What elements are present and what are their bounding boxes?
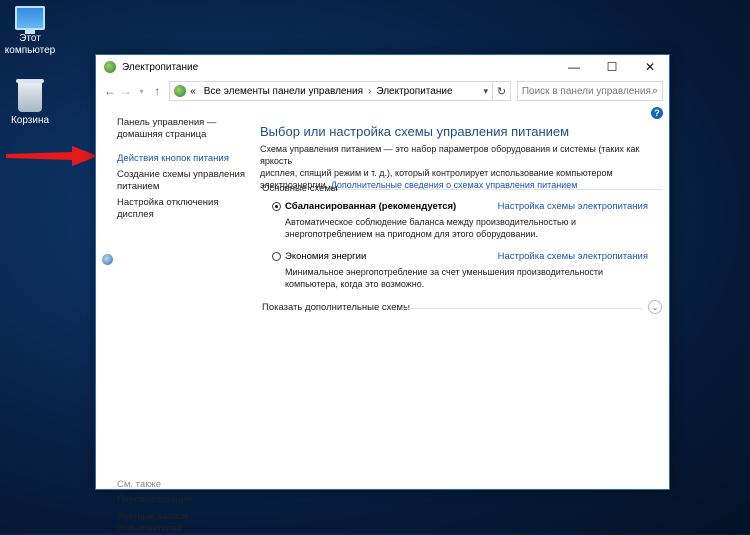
breadcrumb-power-options[interactable]: Электропитание (376, 86, 452, 97)
breadcrumb-all-items[interactable]: Все элементы панели управления (204, 86, 363, 97)
plan-balanced-settings-link[interactable]: Настройка схемы электропитания (498, 201, 648, 212)
maximize-button[interactable]: ☐ (593, 55, 631, 79)
sidebar-item-display-off-settings[interactable]: Настройка отключения дисплея (117, 197, 219, 221)
plan-power-saver-radio[interactable] (272, 252, 281, 261)
plan-balanced-name[interactable]: Сбалансированная (рекомендуется) (285, 201, 456, 212)
help-icon[interactable]: ? (651, 107, 663, 119)
plan-balanced-radio[interactable] (272, 202, 281, 211)
navigation-bar: ← → ▾ ↑ « Все элементы панели управления… (96, 79, 669, 103)
window-title: Электропитание (122, 61, 199, 73)
recent-dropdown-icon[interactable]: ▾ (134, 87, 150, 96)
breadcrumb-separator[interactable]: › (368, 86, 371, 97)
up-arrow-icon[interactable]: ↑ (149, 84, 165, 98)
group-divider (338, 189, 662, 190)
page-title: Выбор или настройка схемы управления пит… (260, 124, 570, 139)
power-options-icon (104, 61, 116, 73)
address-dropdown-icon[interactable]: ▾ (484, 86, 489, 97)
forward-arrow-icon[interactable]: → (118, 84, 134, 98)
close-button[interactable]: ✕ (631, 55, 669, 79)
show-more-plans[interactable]: Показать дополнительные схемы ⌄ (262, 300, 662, 316)
search-input[interactable]: Поиск в панели управления ⌕ (516, 81, 664, 101)
this-pc-desktop-icon[interactable]: Этот компьютер (0, 6, 60, 57)
refresh-icon[interactable]: ↻ (493, 81, 511, 101)
recycle-bin-icon (16, 79, 44, 112)
sidebar-item-create-power-plan[interactable]: Создание схемы управления питанием (117, 169, 245, 193)
plan-balanced-description: Автоматическое соблюдение баланса между … (285, 217, 577, 239)
sidebar-item-control-panel-home[interactable]: Панель управления — домашняя страница (117, 117, 216, 141)
chevron-down-icon[interactable]: ⌄ (648, 300, 662, 314)
search-icon[interactable]: ⌕ (652, 85, 658, 98)
red-arrow-icon (6, 146, 98, 166)
display-settings-icon (102, 254, 113, 265)
minimize-button[interactable]: — (555, 55, 593, 79)
plan-power-saver-name[interactable]: Экономия энергии (285, 251, 366, 262)
breadcrumb-overflow[interactable]: « (190, 86, 196, 97)
title-bar: Электропитание — ☐ ✕ (96, 55, 669, 79)
computer-icon (15, 6, 45, 34)
show-more-plans-label[interactable]: Показать дополнительные схемы (262, 302, 410, 313)
recycle-bin-desktop-icon[interactable]: Корзина (0, 79, 60, 127)
sidebar-item-user-accounts[interactable]: Учетные записи пользователей (117, 511, 187, 535)
power-options-window: Электропитание — ☐ ✕ ← → ▾ ↑ « Все элеме… (95, 54, 670, 534)
sidebar-item-personalization[interactable]: Персонализация (117, 494, 191, 506)
more-plans-divider (402, 308, 642, 309)
back-arrow-icon[interactable]: ← (102, 84, 118, 98)
this-pc-label: Этот компьютер (4, 33, 56, 56)
plan-power-saver-description: Минимальное энергопотребление за счет ум… (285, 267, 604, 289)
control-panel-icon (174, 85, 187, 97)
sidebar-item-power-button-actions[interactable]: Действия кнопок питания (117, 153, 229, 165)
group-title: Основные схемы (262, 183, 338, 194)
see-also-title: См. также (117, 479, 161, 490)
address-bar[interactable]: « Все элементы панели управления › Элект… (169, 81, 494, 101)
plan-power-saver-settings-link[interactable]: Настройка схемы электропитания (498, 251, 648, 262)
recycle-bin-label: Корзина (10, 115, 50, 126)
search-placeholder: Поиск в панели управления (521, 85, 651, 97)
